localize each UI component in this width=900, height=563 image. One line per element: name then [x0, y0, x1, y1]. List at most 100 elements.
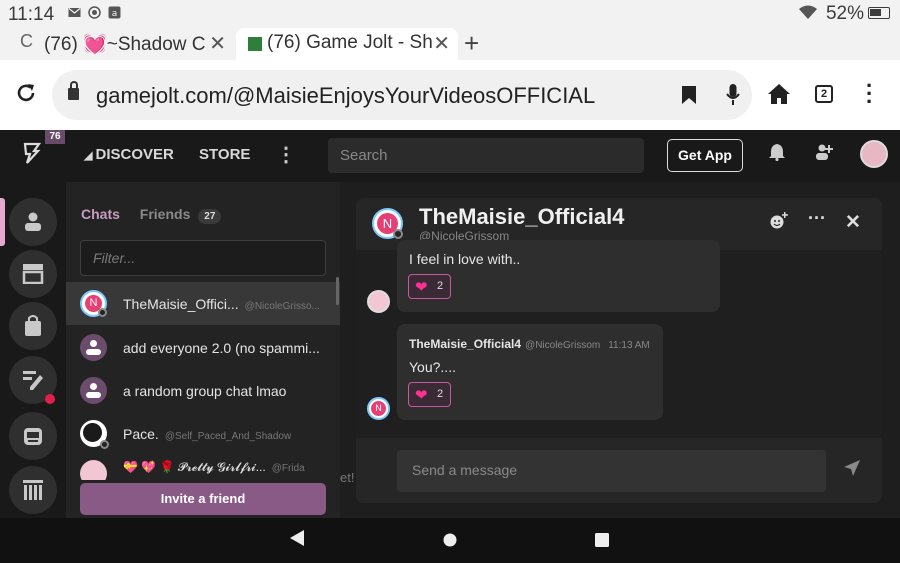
alert-dot	[45, 394, 55, 404]
heart-icon: ❤	[415, 387, 428, 404]
message-input[interactable]: Send a message	[397, 450, 826, 492]
columns-button[interactable]	[9, 466, 57, 514]
columns-icon	[23, 480, 43, 500]
chat-item[interactable]: a random group chat lmao	[66, 369, 340, 412]
chat-name: a random group chat lmao	[123, 382, 287, 399]
back-icon[interactable]	[290, 530, 304, 551]
compass-icon: ◢	[84, 150, 96, 162]
reload-spinner-icon: C	[20, 31, 33, 51]
invite-friend-button[interactable]: Invite a friend	[80, 483, 326, 515]
friends-count-badge: 27	[198, 209, 222, 224]
amazon-icon: a	[108, 6, 121, 19]
gamejolt-favicon-icon	[248, 37, 262, 51]
address-bar-row: gamejolt.com/@MaisieEnjoysYourVideosOFFI…	[0, 60, 900, 130]
chat-handle: @Frida	[271, 463, 305, 474]
store-button[interactable]	[9, 250, 57, 298]
bag-icon	[25, 315, 41, 336]
browser-menu-icon[interactable]: · · ·	[866, 75, 873, 113]
discover-label: DISCOVER	[95, 146, 174, 163]
tab-friends[interactable]: Friends 27	[140, 206, 222, 224]
message-bubble: TheMaisie_Official4 @NicoleGrissom 11:13 A…	[397, 324, 663, 420]
tab-switcher-button[interactable]: 2	[815, 85, 833, 103]
url-field[interactable]: gamejolt.com/@MaisieEnjoysYourVideosOFFI…	[52, 70, 752, 120]
svg-text:a: a	[112, 9, 118, 19]
chat-button[interactable]	[9, 198, 57, 246]
heart-icon: ❤	[415, 279, 428, 296]
library-bag-button[interactable]	[9, 302, 57, 350]
tab-title: (76) Game Jolt - Sh	[267, 32, 433, 53]
chat-name: 💝 💖 🌹 𝓟𝓻𝓮𝓽𝓽𝔂 𝓖𝓲𝓻𝓵𝓯𝓻𝓲...	[123, 460, 266, 474]
reaction-badge[interactable]: ❤ 2	[408, 382, 451, 407]
chat-item[interactable]: add everyone 2.0 (no spammi...	[66, 326, 340, 369]
reload-icon[interactable]	[15, 82, 37, 109]
tab-title: (76) 💓~Shadow C	[44, 34, 206, 55]
reaction-count: 2	[437, 280, 444, 292]
close-tab-icon[interactable]: ✕	[209, 31, 226, 56]
reaction-count: 2	[437, 388, 444, 400]
microphone-icon[interactable]	[726, 84, 740, 111]
chat-item[interactable]: N TheMaisie_Offici... @NicoleGrisso...	[66, 282, 340, 325]
message-time: 11:13 AM	[608, 340, 650, 351]
friend-requests-icon[interactable]	[815, 143, 833, 166]
filter-input[interactable]: Filter...	[80, 240, 326, 276]
mail-icon	[68, 6, 81, 19]
chat-item[interactable]: Pace. @Self_Paced_And_Shadow	[66, 412, 340, 455]
store-link[interactable]: STORE	[199, 146, 250, 163]
message-text: I feel in love with..	[409, 251, 521, 267]
battery-icon	[868, 7, 890, 19]
battery-percent: 52%	[825, 3, 864, 24]
chat-avatar[interactable]: N	[372, 208, 403, 239]
chat-handle: @NicoleGrisso...	[244, 300, 320, 312]
add-member-icon[interactable]	[770, 212, 788, 235]
wifi-icon	[798, 4, 818, 25]
group-chat-icon	[80, 334, 107, 361]
chat-handle: @Self_Paced_And_Shadow	[164, 430, 292, 442]
chat-item-label: TheMaisie_Offici... @NicoleGrisso...	[123, 296, 320, 312]
more-options-icon[interactable]: ···	[808, 208, 826, 229]
chat-title[interactable]: TheMaisie_Official4	[419, 204, 624, 230]
user-avatar[interactable]	[860, 140, 888, 168]
left-sidebar	[0, 182, 66, 518]
message-text: You?....	[409, 359, 456, 375]
status-bar: 11:14 a 52%	[0, 0, 900, 28]
reaction-badge[interactable]: ❤ 2	[408, 274, 451, 299]
gamejolt-logo-icon[interactable]	[22, 142, 42, 170]
robot-button[interactable]	[9, 412, 57, 460]
chat-name: add everyone 2.0 (no spammi...	[123, 339, 320, 356]
message-header: TheMaisie_Official4 @NicoleGrissom 11:13 A…	[409, 337, 650, 351]
android-nav-bar	[0, 518, 900, 563]
store-icon	[22, 264, 44, 284]
clock: 11:14	[8, 4, 55, 25]
browser-tab-strip: C (76) 💓~Shadow C ✕ (76) Game Jolt - Sh …	[0, 28, 900, 60]
bell-icon[interactable]	[769, 143, 785, 166]
more-menu-icon[interactable]: ⋮	[276, 142, 296, 167]
message-composer: Send a message	[356, 438, 882, 503]
chat-panel-tabs: Chats Friends 27	[81, 206, 222, 224]
recents-icon[interactable]	[595, 533, 609, 552]
search-input[interactable]: Search	[328, 138, 644, 173]
close-tab-icon[interactable]: ✕	[433, 31, 450, 56]
browser-tab-shadow[interactable]: C (76) 💓~Shadow C ✕	[0, 28, 234, 60]
browser-tab-gamejolt[interactable]: (76) Game Jolt - Sh ✕	[236, 28, 458, 60]
tab-chats[interactable]: Chats	[81, 206, 120, 222]
chat-list-panel: Chats Friends 27 Filter... N TheMaisie_O…	[66, 182, 340, 518]
send-icon[interactable]	[844, 460, 860, 481]
avatar	[80, 420, 109, 449]
chat-list-scrollbar[interactable]	[336, 277, 339, 305]
sender-avatar[interactable]: N	[367, 397, 390, 420]
home-icon[interactable]	[768, 84, 790, 109]
group-chat-icon	[80, 377, 107, 404]
chat-name: TheMaisie_Offici...	[123, 295, 239, 312]
chat-item-label: 💝 💖 🌹 𝓟𝓻𝓮𝓽𝓽𝔂 𝓖𝓲𝓻𝓵𝓯𝓻𝓲... @Frida	[123, 460, 305, 475]
close-chat-icon[interactable]: ✕	[845, 211, 861, 234]
bookmark-icon[interactable]	[682, 86, 696, 109]
record-icon	[88, 6, 101, 19]
get-app-button[interactable]: Get App	[667, 139, 743, 172]
chat-item[interactable]: 💝 💖 🌹 𝓟𝓻𝓮𝓽𝓽𝔂 𝓖𝓲𝓻𝓵𝓯𝓻𝓲... @Frida	[66, 456, 340, 480]
home-circle-icon[interactable]	[443, 533, 457, 552]
avatar: N	[80, 290, 107, 317]
discover-link[interactable]: ◢ DISCOVER	[84, 146, 174, 163]
new-tab-button[interactable]: +	[464, 28, 479, 59]
sender-avatar[interactable]	[367, 290, 390, 313]
message-list: I feel in love with.. ❤ 2 TheMaisie_Offi…	[356, 240, 882, 490]
